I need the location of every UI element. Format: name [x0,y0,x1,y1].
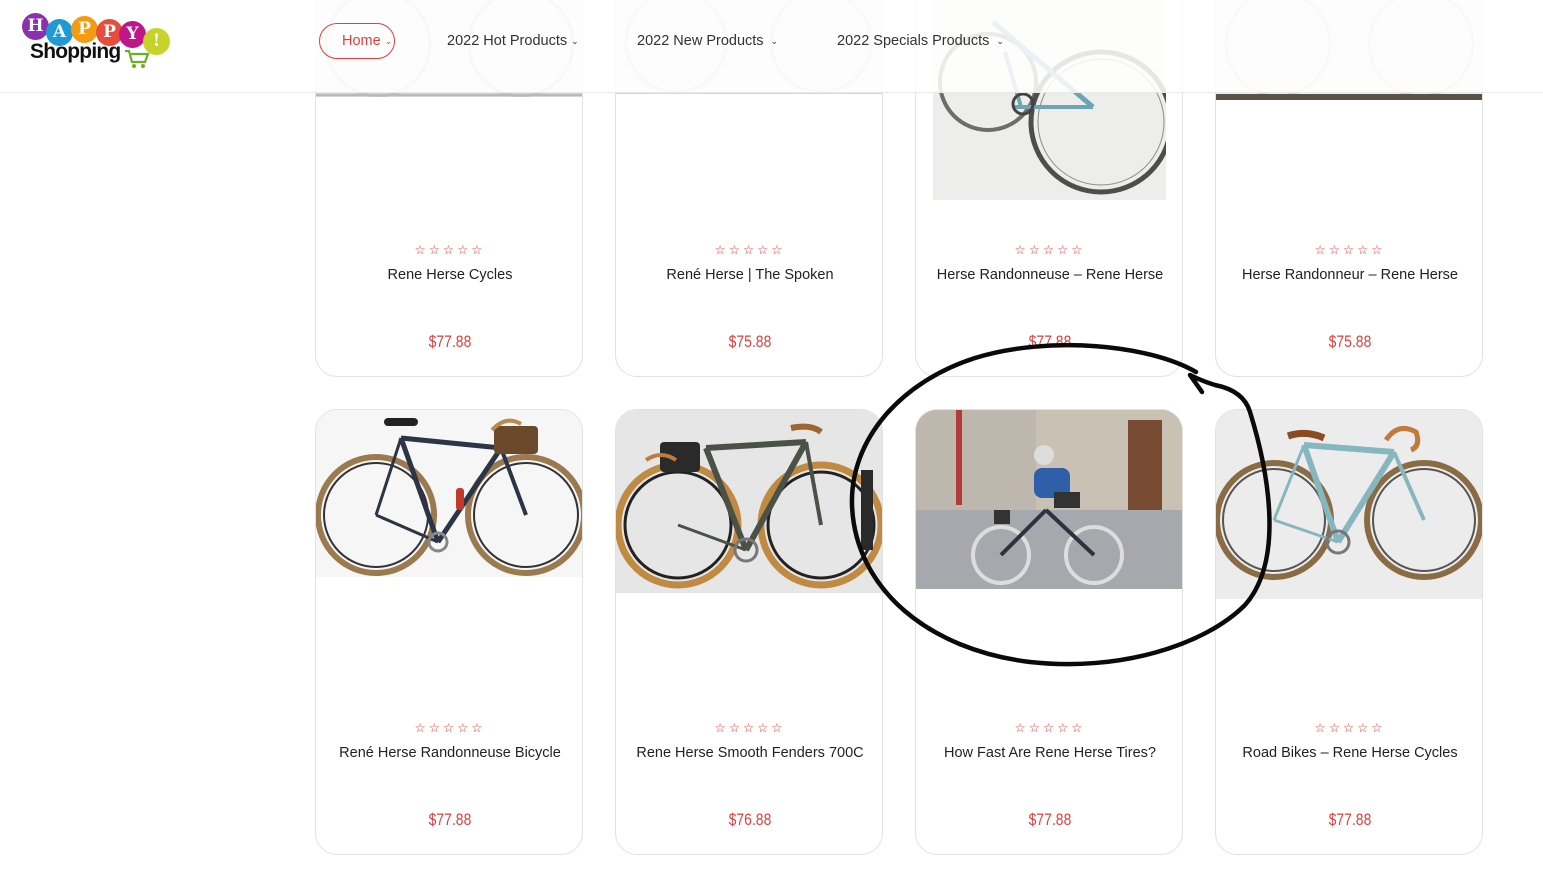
product-card[interactable]: ☆☆☆☆☆ Road Bikes – Rene Herse Cycles $77… [1215,409,1483,855]
product-price: $77.88 [1028,332,1072,351]
product-price: $75.88 [1328,332,1372,351]
rating-stars: ☆☆☆☆☆ [1014,242,1086,257]
product-price: $77.88 [428,810,472,829]
chevron-down-icon: ⌄ [996,36,1004,47]
nav-2022-new-products[interactable]: 2022 New Products ⌄ [637,23,778,59]
logo-wordmark: Shopping [30,40,121,63]
product-card[interactable]: ☆☆☆☆☆ Rene Herse Smooth Fenders 700C $76… [615,409,883,855]
product-card[interactable]: ☆☆☆☆☆ How Fast Are Rene Herse Tires? $77… [915,409,1183,855]
product-image[interactable] [1216,410,1482,599]
chevron-down-icon: ⌄ [384,36,393,47]
logo-letter: H [22,13,49,40]
nav-2022-specials-products[interactable]: 2022 Specials Products ⌄ [837,23,1004,59]
product-title[interactable]: René Herse Randonneuse Bicycle [316,745,582,761]
rating-stars: ☆☆☆☆☆ [714,242,786,257]
rating-stars: ☆☆☆☆☆ [1014,720,1086,735]
product-title[interactable]: Rene Herse Smooth Fenders 700C [616,745,882,761]
product-title[interactable]: René Herse | The Spoken [616,267,882,283]
product-title[interactable]: Herse Randonneur – Rene Herse [1216,267,1482,283]
logo-letter: Y [119,21,146,48]
rating-stars: ☆☆☆☆☆ [714,720,786,735]
chevron-down-icon: ⌄ [571,36,579,47]
chevron-down-icon: ⌄ [770,36,779,47]
nav-home[interactable]: Home ⌄ [319,23,395,59]
product-price: $77.88 [1328,810,1372,829]
rating-stars: ☆☆☆☆☆ [1314,720,1386,735]
nav-2022-hot-products[interactable]: 2022 Hot Products ⌄ [447,23,579,59]
shopping-cart-icon [124,48,150,74]
product-price: $77.88 [428,332,472,351]
nav-specials-label: 2022 Specials Products [837,33,990,49]
product-title[interactable]: Herse Randonneuse – Rene Herse [916,267,1182,283]
rating-stars: ☆☆☆☆☆ [414,242,486,257]
product-card[interactable]: ☆☆☆☆☆ René Herse Randonneuse Bicycle $77… [315,409,583,855]
product-title[interactable]: How Fast Are Rene Herse Tires? [916,745,1182,761]
product-price: $76.88 [728,810,772,829]
nav-home-label: Home [342,33,381,49]
rating-stars: ☆☆☆☆☆ [414,720,486,735]
happy-shopping-logo[interactable]: H A P P Y ! Shopping [20,10,175,72]
nav-new-label: 2022 New Products [637,33,764,49]
product-image[interactable] [316,410,582,577]
rating-stars: ☆☆☆☆☆ [1314,242,1386,257]
product-price: $75.88 [728,332,772,351]
site-header: H A P P Y ! Shopping Home ⌄ 2022 Hot Prod… [0,0,1543,93]
product-image[interactable] [616,410,882,593]
logo-letter: P [71,16,98,43]
product-price: $77.88 [1028,810,1072,829]
product-image[interactable] [916,410,1182,589]
nav-hot-label: 2022 Hot Products [447,33,568,49]
product-title[interactable]: Rene Herse Cycles [316,267,582,283]
product-title[interactable]: Road Bikes – Rene Herse Cycles [1216,745,1482,761]
